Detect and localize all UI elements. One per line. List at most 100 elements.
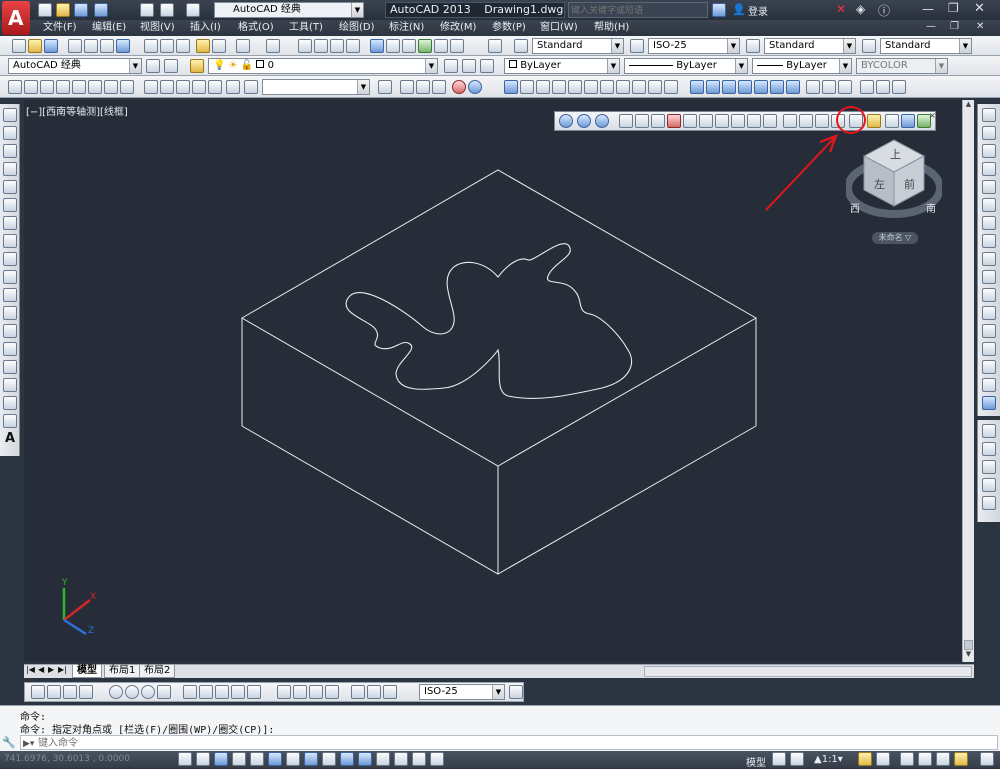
menu-draw[interactable]: 绘图(D) [339,21,375,35]
autodesk-360-icon[interactable]: ◈ [856,2,865,16]
move-faces-icon[interactable] [635,114,649,128]
loft-icon[interactable] [706,80,720,94]
mirror-icon[interactable] [982,144,996,158]
infer-constraints-icon[interactable] [178,752,192,766]
line-icon[interactable] [3,108,17,122]
offset-icon[interactable] [982,162,996,176]
snap-mode-icon[interactable] [196,752,210,766]
dim-style-combo[interactable]: ISO-25 ▼ [648,38,740,54]
layer-properties-icon[interactable] [190,59,204,73]
quick-dim-icon[interactable] [183,685,197,699]
coordinate-readout[interactable]: 741.6976, 30.6013 , 0.0000 [4,754,130,764]
viewcube[interactable]: 上 左 前 西 南 [844,134,944,234]
rectangle-icon[interactable] [3,180,17,194]
text-style-combo[interactable]: Standard ▼ [532,38,624,54]
union-float-icon[interactable] [559,114,573,128]
viewcube-front-face[interactable]: 前 [904,176,915,192]
front-view-icon[interactable] [88,80,102,94]
clean-screen-icon[interactable] [980,752,994,766]
multileader-style-combo[interactable]: Standard ▼ [880,38,972,54]
plot-icon[interactable] [140,3,154,17]
revolve-icon[interactable] [690,80,704,94]
user-icon[interactable]: 👤 [732,3,746,16]
render-icon[interactable] [452,80,466,94]
menu-close-icon[interactable]: ✕ [976,21,984,32]
workspace-combo[interactable]: AutoCAD 经典 ▼ [8,58,142,74]
viewcube-top-face[interactable]: 上 [890,146,901,162]
design-center-icon[interactable] [386,39,400,53]
polysolid-icon[interactable] [722,80,736,94]
sheet-set-icon[interactable] [418,39,432,53]
presspull-icon[interactable] [648,80,662,94]
left-view-icon[interactable] [56,80,70,94]
search-input[interactable] [569,4,705,18]
tab-prev-icon[interactable]: ◀ [38,665,44,674]
dim-break-icon[interactable] [247,685,261,699]
helix-icon[interactable] [738,80,752,94]
ellipse-arc-icon[interactable] [3,288,17,302]
polyline-icon[interactable] [3,144,17,158]
circle-icon[interactable] [3,216,17,230]
bring-to-front-icon[interactable] [982,424,996,438]
angular-dim-icon[interactable] [157,685,171,699]
polygon-icon[interactable] [3,162,17,176]
text-style-icon[interactable] [514,39,528,53]
block-editor-icon[interactable] [212,39,226,53]
autocad-logo-icon[interactable]: A [2,1,30,35]
continue-dim-icon[interactable] [215,685,229,699]
workspace-more-icon[interactable] [164,59,178,73]
copy-edges-icon[interactable] [747,114,761,128]
horizontal-scrollbar[interactable] [644,666,972,677]
quick-view-layouts-icon[interactable] [772,752,786,766]
stretch-icon[interactable] [982,252,996,266]
radius-dim-icon[interactable] [109,685,123,699]
continuous-orbit-icon[interactable] [432,80,446,94]
multileader-style-icon[interactable] [862,39,876,53]
match-properties-icon[interactable] [196,39,210,53]
taper-faces-icon[interactable] [699,114,713,128]
redo-icon[interactable] [186,3,200,17]
workspace-settings-icon[interactable] [146,59,160,73]
lineweight-combo[interactable]: ByLayer ▼ [752,58,852,74]
cone-icon[interactable] [552,80,566,94]
help-toolbar-icon[interactable] [488,39,502,53]
view-combo[interactable]: ▼ [262,79,370,95]
torus-icon[interactable] [584,80,598,94]
orbit-icon[interactable] [400,80,414,94]
cylinder-icon[interactable] [536,80,550,94]
color-combo[interactable]: ByLayer ▼ [504,58,620,74]
wireframe-3d-icon[interactable] [160,80,174,94]
plotstyle-combo[interactable]: BYCOLOR ▼ [856,58,948,74]
table-style-combo[interactable]: Standard ▼ [764,38,856,54]
rotate-faces-icon[interactable] [683,114,697,128]
text-to-front-icon[interactable] [982,496,996,510]
lineweight-toggle-icon[interactable] [358,752,372,766]
extrude-faces-icon[interactable] [619,114,633,128]
top-view-icon[interactable] [24,80,38,94]
point-icon[interactable] [3,342,17,356]
grid-display-icon[interactable] [214,752,228,766]
move-icon[interactable] [982,198,996,212]
menu-minimize-icon[interactable]: — [926,21,936,32]
compass-west[interactable]: 西 [850,200,860,215]
tab-next-icon[interactable]: ▶ [48,665,54,674]
tab-last-icon[interactable]: ▶| [58,665,67,674]
arc-icon[interactable] [3,198,17,212]
object-snap-icon[interactable] [268,752,282,766]
interfere-icon[interactable] [901,114,915,128]
workspace-switcher[interactable]: AutoCAD 经典 ▼ [214,2,364,18]
realistic-icon[interactable] [192,80,206,94]
erase-icon[interactable] [982,108,996,122]
insert-block-icon[interactable] [3,306,17,320]
zoom-search-icon[interactable] [244,80,258,94]
floatbar-close-icon[interactable]: × [929,111,936,120]
scroll-down-arrow[interactable]: ▼ [963,650,974,661]
ellipse-icon[interactable] [3,270,17,284]
copy-icon[interactable] [160,39,174,53]
exchange-icon[interactable]: ✕ [836,2,846,16]
zoom-realtime-icon[interactable] [314,39,328,53]
make-current-layer-icon[interactable] [444,59,458,73]
menu-parametric[interactable]: 参数(P) [492,21,526,35]
arc-length-icon[interactable] [63,685,77,699]
isolate-objects-icon[interactable] [954,752,968,766]
